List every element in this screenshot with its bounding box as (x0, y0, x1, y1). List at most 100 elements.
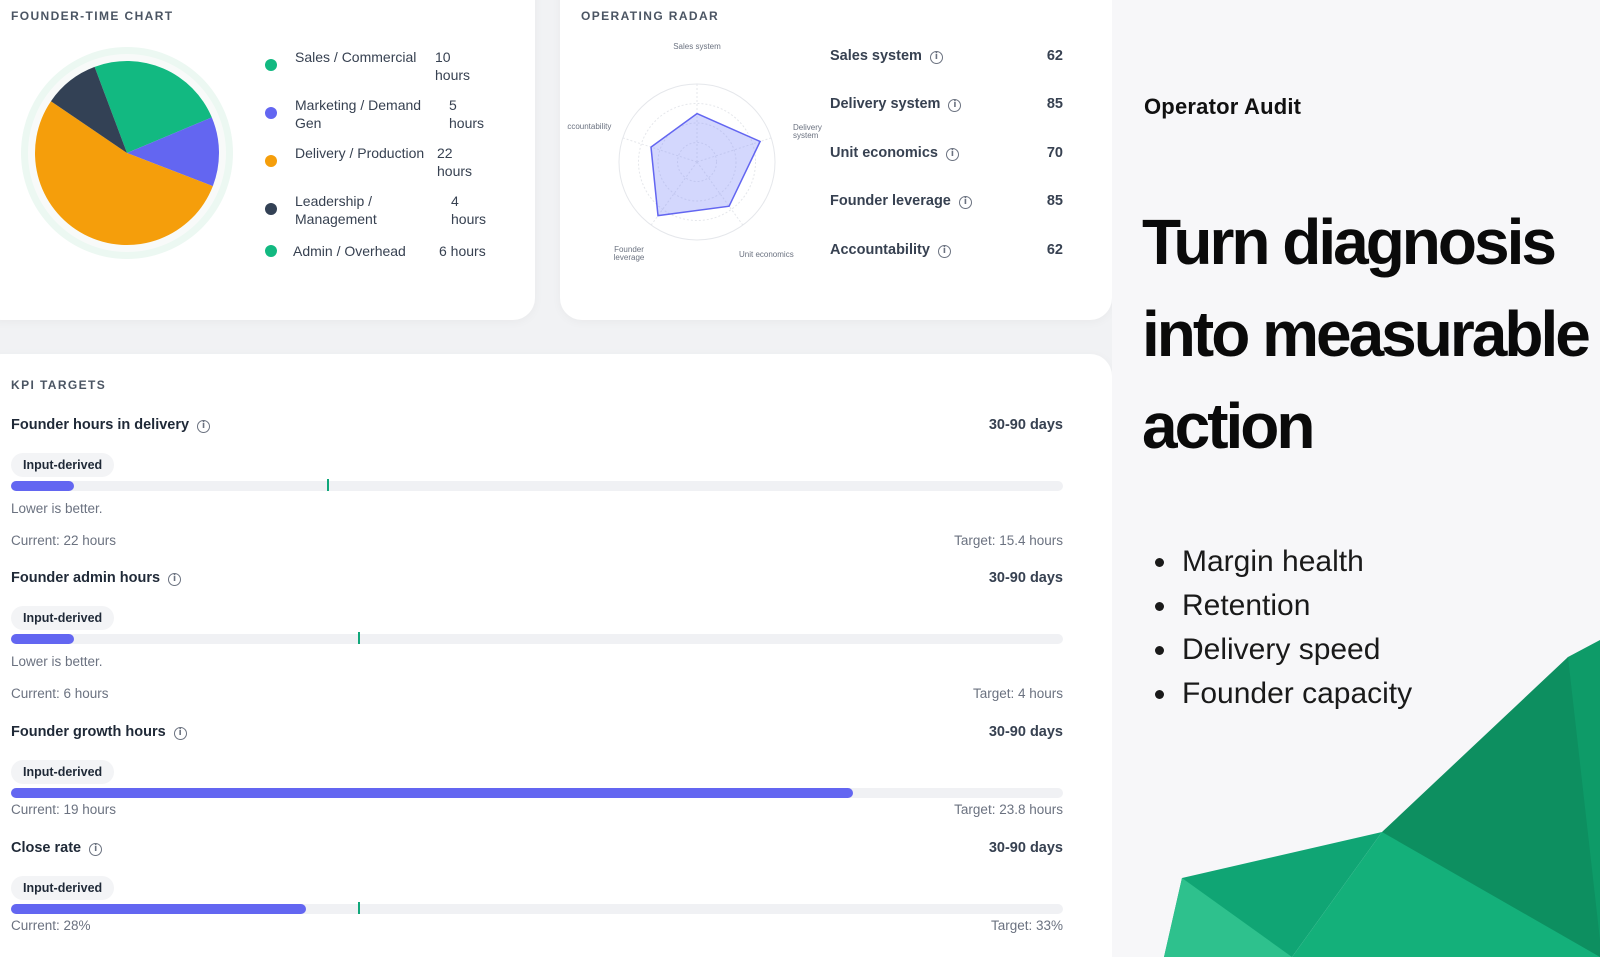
info-icon[interactable]: i (948, 99, 962, 112)
kpi-progress-fill (11, 481, 75, 491)
kpi-progress-fill (11, 904, 306, 914)
legend-value: 5 hours (449, 97, 485, 131)
kpi-note: Lower is better. (11, 501, 103, 516)
founder-time-title: FOUNDER-TIME CHART (11, 9, 174, 23)
radar-axis-label: Delivery system (793, 123, 822, 140)
headline-line: into measurable (1142, 298, 1591, 370)
operating-radar-chart: Sales system Delivery system Unit economics… (567, 42, 822, 262)
kpi-targets-title: KPI TARGETS (11, 378, 107, 392)
radar-score-label-text: Sales system (830, 48, 922, 64)
legend-swatch (265, 203, 277, 215)
kpi-name-text: Founder admin hours (11, 570, 161, 586)
legend-value: 22 hours (437, 145, 473, 179)
radar-score-label-text: Delivery system (830, 96, 941, 112)
headline-line: action (1142, 390, 1315, 462)
kpi-target-value: Target: 33% (990, 918, 1063, 933)
kpi-source-badge: Input-derived (11, 876, 115, 900)
info-icon[interactable]: i (168, 573, 182, 586)
bullet-item: Retention (1154, 584, 1412, 628)
legend-label: Marketing / Demand Gen (295, 97, 422, 131)
info-icon[interactable]: i (173, 727, 187, 740)
kpi-name-text: Founder hours in delivery (11, 417, 190, 433)
kpi-window: 30-90 days (988, 570, 1063, 586)
kpi-progress-track (11, 902, 1063, 914)
kpi-current-value: Current: 22 hours (11, 533, 117, 548)
info-icon[interactable]: i (937, 245, 951, 258)
info-icon[interactable]: i (945, 148, 959, 161)
kpi-progress-fill (11, 788, 853, 798)
legend-swatch (265, 59, 277, 71)
radar-score-label-text: Accountability (830, 242, 930, 258)
kpi-item: Founder admin hours i 30-90 days Input-deri… (11, 570, 1063, 701)
radar-score-value: 85 (1046, 193, 1063, 209)
kpi-window: 30-90 days (988, 724, 1063, 740)
radar-score-label: Accountability i (830, 242, 951, 258)
legend-label: Leadership / Management (295, 193, 377, 227)
radar-score-label: Delivery system i (830, 96, 962, 112)
info-icon[interactable]: i (958, 196, 972, 209)
legend-value: 6 hours (439, 243, 486, 259)
brand-name: Operator Audit (1144, 94, 1302, 119)
promo-panel: Operator Audit Turn diagnosis into measu… (1112, 0, 1600, 957)
legend-swatch (265, 155, 277, 167)
kpi-name-text: Close rate (11, 840, 82, 856)
kpi-target-marker (358, 632, 361, 644)
radar-score-label: Sales system i (830, 48, 943, 64)
info-icon[interactable]: i (197, 420, 211, 433)
kpi-name: Close rate i (11, 840, 103, 856)
kpi-name: Founder hours in delivery i (11, 417, 211, 433)
kpi-note: Lower is better. (11, 654, 103, 669)
radar-score-label-text: Founder leverage (830, 193, 951, 209)
radar-score-row: Founder leverage i 85 (830, 193, 1063, 215)
radar-score-value: 62 (1046, 242, 1063, 258)
radar-score-label: Unit economics i (830, 145, 959, 161)
kpi-name: Founder growth hours i (11, 724, 187, 740)
kpi-progress-fill (11, 634, 75, 644)
dashboard-area: FOUNDER-TIME CHART Sales / Commercial 10 … (0, 0, 1112, 957)
operating-radar-title: OPERATING RADAR (581, 9, 720, 23)
kpi-current-value: Current: 19 hours (11, 802, 117, 817)
kpi-name-text: Founder growth hours (11, 724, 166, 740)
legend-swatch (265, 107, 277, 119)
radar-score-label-text: Unit economics (830, 145, 938, 161)
kpi-window: 30-90 days (988, 840, 1063, 856)
kpi-progress-track (11, 479, 1063, 491)
radar-axis-label: Unit economics (739, 250, 794, 259)
legend-value: 4 hours (451, 193, 487, 227)
radar-axis-label: Accountability (567, 122, 611, 131)
radar-score-value: 62 (1046, 48, 1063, 64)
legend-value: 10 hours (435, 49, 471, 83)
kpi-item: Founder growth hours i 30-90 days Input-der… (11, 724, 1063, 844)
radar-score-row: Accountability i 62 (830, 242, 1063, 264)
kpi-progress-track (11, 788, 1063, 798)
kpi-current-value: Current: 6 hours (11, 686, 109, 701)
headline-line: Turn diagnosis (1142, 206, 1557, 278)
legend-label: Sales / Commercial (295, 49, 417, 65)
kpi-item: Close rate i 30-90 days Input-derived Curren… (11, 840, 1063, 957)
kpi-target-marker (358, 902, 361, 914)
kpi-current-value: Current: 28% (11, 918, 91, 933)
kpi-name: Founder admin hours i (11, 570, 182, 586)
radar-score-label: Founder leverage i (830, 193, 972, 209)
radar-score-row: Delivery system i 85 (830, 96, 1063, 118)
radar-score-row: Unit economics i 70 (830, 145, 1063, 167)
kpi-target-marker (326, 479, 329, 491)
info-icon[interactable]: i (89, 843, 103, 856)
radar-score-row: Sales system i 62 (830, 48, 1063, 70)
info-icon[interactable]: i (929, 51, 943, 64)
kpi-target-value: Target: 15.4 hours (954, 533, 1063, 548)
promo-bullet-list: Margin health Retention Delivery speed F… (1154, 540, 1412, 716)
legend-label: Delivery / Production (295, 145, 425, 161)
founder-time-pie (21, 47, 233, 259)
bullet-item: Founder capacity (1154, 672, 1412, 716)
radar-score-value: 85 (1046, 96, 1063, 112)
legend-label: Admin / Overhead (293, 243, 406, 259)
kpi-source-badge: Input-derived (11, 606, 115, 630)
promo-headline: Turn diagnosis into measurable action (1142, 196, 1600, 472)
kpi-target-value: Target: 4 hours (972, 686, 1063, 701)
legend-swatch (265, 245, 277, 257)
radar-score-polygon (650, 112, 762, 217)
radar-axis-label: Founder leverage (614, 245, 645, 262)
kpi-progress-track (11, 632, 1063, 644)
bullet-item: Delivery speed (1154, 628, 1412, 672)
